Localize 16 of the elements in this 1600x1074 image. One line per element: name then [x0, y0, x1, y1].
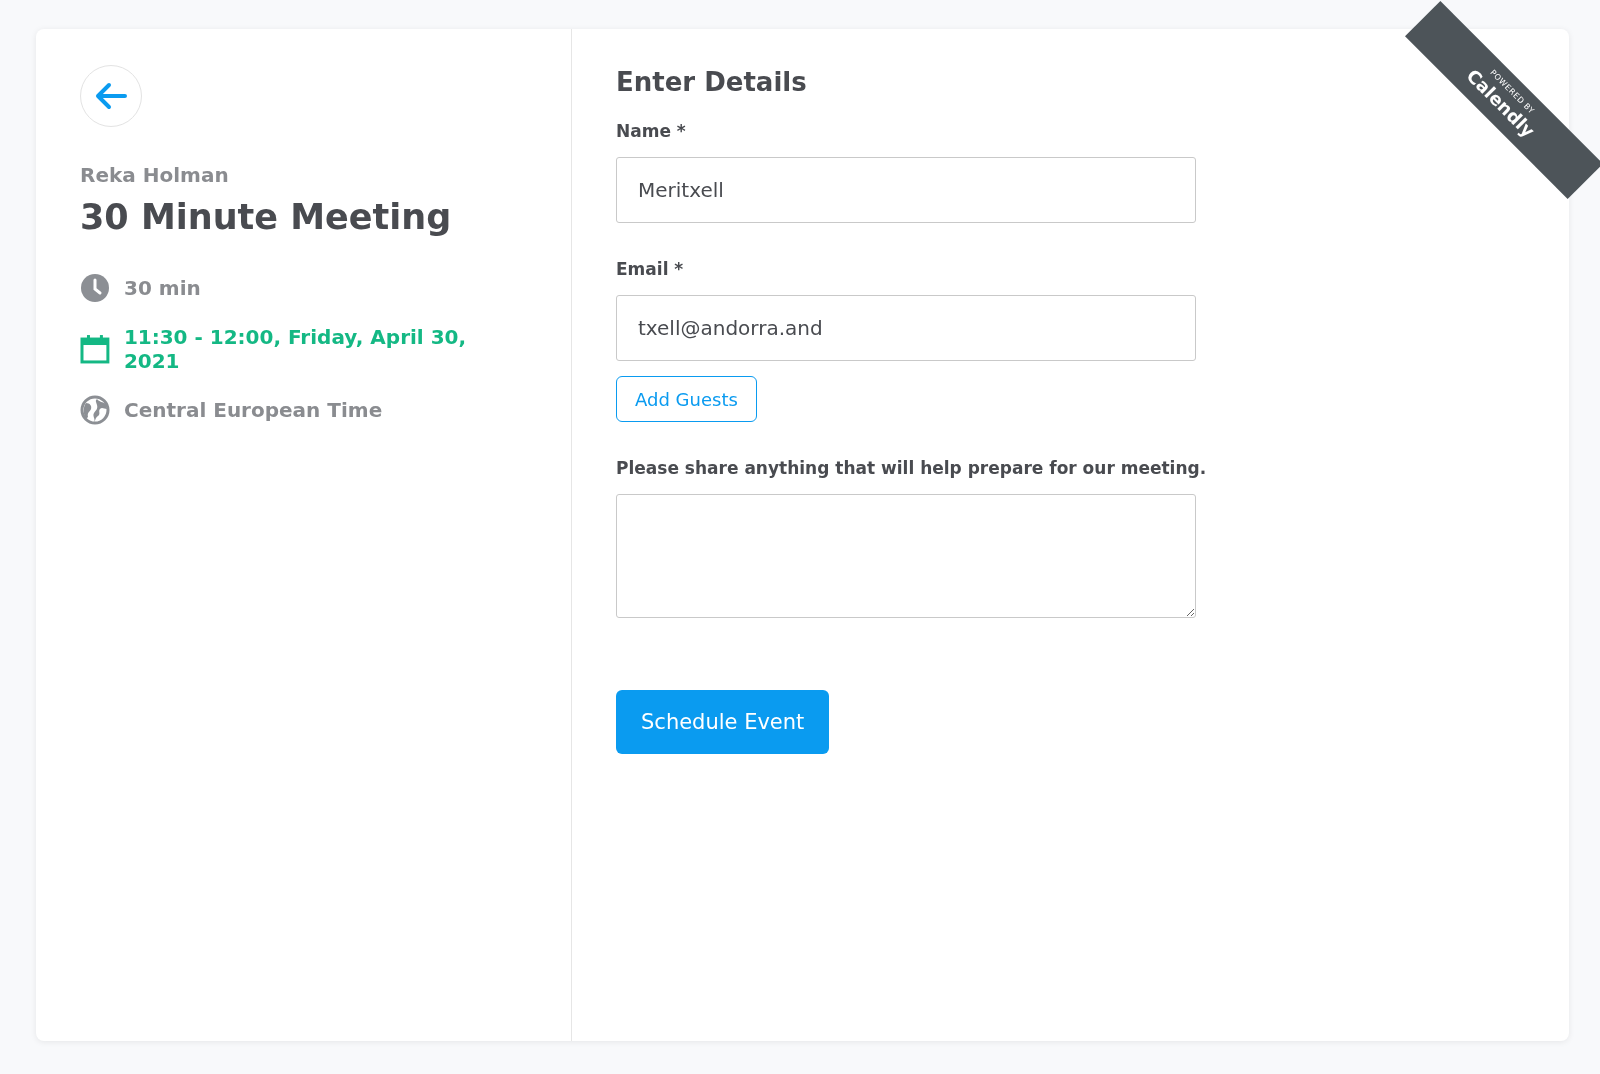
form-heading: Enter Details [616, 67, 807, 97]
back-arrow-icon [94, 81, 128, 111]
field-label: Name * [616, 121, 686, 141]
event-title: 30 Minute Meeting [80, 197, 453, 237]
detail-text: Central European Time [124, 398, 383, 422]
globe-icon [80, 395, 110, 425]
host-name: Reka Holman [80, 163, 230, 187]
field-label: Please share anything that will help prepare for our meeting. [616, 458, 1207, 478]
notes-field[interactable] [616, 494, 1196, 618]
input-field[interactable]: Meritxell [616, 157, 1196, 223]
detail-text: 30 min [124, 276, 201, 300]
calendar-icon [80, 334, 110, 364]
field-label: Email * [616, 259, 684, 279]
input-field[interactable]: txell@andorra.and [616, 295, 1196, 361]
clock-icon [80, 273, 110, 303]
detail-text: 11:30 - 12:00, Friday, April 30, 2021 [123, 325, 468, 373]
